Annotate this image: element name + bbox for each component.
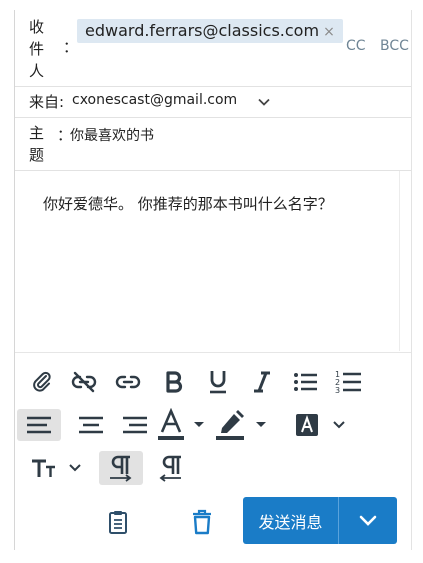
remove-recipient-icon[interactable]: ×	[323, 24, 335, 40]
formatting-toolbar: 123	[15, 352, 411, 493]
unlink-icon[interactable]	[67, 367, 101, 397]
align-left-icon[interactable]	[17, 409, 61, 441]
recipient-chip[interactable]: edward.ferrars@classics.com ×	[77, 19, 343, 43]
link-icon[interactable]	[111, 367, 145, 397]
rtl-paragraph-icon[interactable]	[153, 451, 187, 485]
background-color-icon[interactable]	[291, 409, 351, 441]
underline-icon[interactable]	[203, 367, 233, 397]
from-row: 来自: cxonescast@gmail.com	[15, 87, 411, 118]
highlight-color-icon[interactable]	[213, 407, 275, 443]
paperclip-icon[interactable]	[27, 367, 57, 397]
send-options-chevron-icon[interactable]	[339, 497, 397, 544]
bold-icon[interactable]	[159, 367, 189, 397]
to-label: 收件人	[29, 18, 45, 80]
message-body[interactable]: 你好爱德华。 你推荐的那本书叫什么名字？	[15, 171, 400, 351]
align-right-icon[interactable]	[117, 409, 153, 441]
send-button-group: 发送消息	[243, 497, 397, 544]
align-center-icon[interactable]	[73, 409, 109, 441]
subject-label: 主题	[29, 124, 45, 164]
numbered-list-icon[interactable]: 123	[333, 367, 365, 397]
subject-input[interactable]: 你最喜欢的书	[70, 125, 154, 145]
from-select[interactable]: cxonescast@gmail.com	[72, 92, 237, 108]
compose-window: 收件人 ： edward.ferrars@classics.com × CC BC…	[14, 10, 412, 550]
italic-icon[interactable]	[247, 367, 277, 397]
ltr-paragraph-icon[interactable]	[99, 451, 143, 485]
trash-icon[interactable]	[187, 507, 217, 537]
subject-row: 主题 ： 你最喜欢的书	[15, 118, 411, 171]
cc-button[interactable]: CC	[346, 38, 366, 54]
from-label: 来自:	[29, 93, 65, 111]
chevron-down-icon[interactable]	[255, 93, 273, 111]
send-message-button[interactable]: 发送消息	[243, 497, 338, 544]
recipient-email: edward.ferrars@classics.com	[85, 21, 320, 40]
bcc-button[interactable]: BCC	[380, 38, 409, 54]
svg-text:3: 3	[335, 386, 340, 395]
message-body-text: 你好爱德华。 你推荐的那本书叫什么名字？	[43, 195, 333, 213]
to-row: 收件人 ： edward.ferrars@classics.com × CC BC…	[15, 10, 411, 87]
bulleted-list-icon[interactable]	[291, 367, 321, 397]
to-colon: ：	[63, 38, 79, 56]
font-size-icon[interactable]	[29, 451, 85, 485]
clipboard-icon[interactable]	[103, 507, 133, 537]
font-color-icon[interactable]	[155, 407, 213, 443]
